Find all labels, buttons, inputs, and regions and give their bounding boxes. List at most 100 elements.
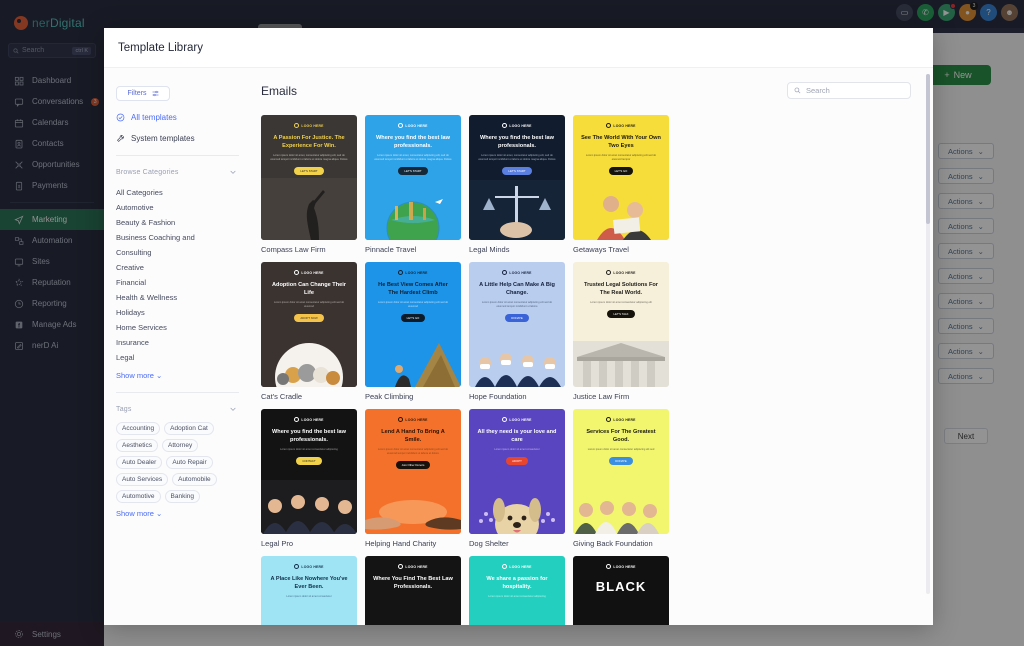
logo-placeholder: LOGO HERE <box>469 115 565 128</box>
template-name: Getaways Travel <box>573 245 629 254</box>
template-thumbnail[interactable]: LOGO HERE All they need is your love and … <box>469 409 565 534</box>
tag-chip[interactable]: Auto Repair <box>166 456 213 469</box>
scrollbar-thumb[interactable] <box>926 74 930 224</box>
logo-text: LOGO HERE <box>301 417 324 422</box>
template-card[interactable]: LOGO HERE Trusted Legal Solutions For The… <box>573 262 669 401</box>
filters-button[interactable]: Filters <box>116 86 170 101</box>
category-item[interactable]: Financial <box>116 275 204 290</box>
category-item[interactable]: All Categories <box>116 185 204 200</box>
category-item[interactable]: Home Services <box>116 320 204 335</box>
browse-categories-header[interactable]: Browse Categories <box>116 168 249 176</box>
template-search-input[interactable]: Search <box>787 82 911 99</box>
category-item[interactable]: Insurance <box>116 335 204 350</box>
template-thumbnail[interactable]: LOGO HERE A Passion For Justice. The Expe… <box>261 115 357 240</box>
template-card[interactable]: LOGO HERE See The World With Your Own Two… <box>573 115 669 254</box>
logo-placeholder: LOGO HERE <box>573 262 669 275</box>
template-thumbnail[interactable]: LOGO HERE BLACK <box>573 556 669 625</box>
template-card[interactable]: LOGO HERE BLACK <box>573 556 669 625</box>
tag-chip[interactable]: Auto Services <box>116 473 169 486</box>
template-cta-button: LET'S GO <box>400 314 426 322</box>
category-item[interactable]: Legal <box>116 350 204 365</box>
template-card[interactable]: LOGO HERE Where you find the best law pro… <box>261 409 357 548</box>
close-icon[interactable]: ✕ <box>818 25 835 42</box>
template-cta-button: LET'S GO <box>608 167 634 175</box>
template-thumbnail[interactable]: LOGO HERE Where you find the best law pro… <box>469 115 565 240</box>
template-headline: Services For The Greatest Good. <box>586 429 656 443</box>
tag-chip[interactable]: Accounting <box>116 422 161 435</box>
template-subtext: Lorem ipsum dolor sit amet consectetur a… <box>377 301 449 308</box>
template-thumbnail[interactable]: LOGO HERE We share a passion for hospital… <box>469 556 565 625</box>
template-cta-button: LET'S START <box>398 167 428 175</box>
template-thumbnail[interactable]: LOGO HERE He Best View Comes After The Ha… <box>365 262 461 387</box>
template-thumbnail[interactable]: LOGO HERE Where you find the best law pro… <box>365 115 461 240</box>
template-card[interactable]: LOGO HERE Adoption Can Change Their Life L… <box>261 262 357 401</box>
template-thumbnail[interactable]: LOGO HERE Where you find the best law pro… <box>261 409 357 534</box>
template-card[interactable]: LOGO HERE Where You Find The Best Law Pro… <box>365 556 461 625</box>
tag-chip[interactable]: Automobile <box>172 473 217 486</box>
template-card[interactable]: LOGO HERE He Best View Comes After The Ha… <box>365 262 461 401</box>
template-name: Cat's Cradle <box>261 392 303 401</box>
template-thumbnail[interactable]: LOGO HERE See The World With Your Own Two… <box>573 115 669 240</box>
template-headline: A Place Like Nowhere You've Ever Been. <box>270 576 348 590</box>
template-headline: See The World With Your Own Two Eyes <box>581 135 661 149</box>
tag-chip[interactable]: Auto Dealer <box>116 456 163 469</box>
category-item[interactable]: Creative <box>116 260 204 275</box>
category-item[interactable]: Automotive <box>116 200 204 215</box>
category-item[interactable]: Business Coaching and Consulting <box>116 230 204 260</box>
template-card[interactable]: LOGO HERE Where you find the best law pro… <box>365 115 461 254</box>
template-cta-button: CONTACT <box>296 457 322 465</box>
template-filter-sidebar: Filters All templates System templates B… <box>104 68 249 625</box>
template-card[interactable]: LOGO HERE A Place Like Nowhere You've Eve… <box>261 556 357 625</box>
template-thumbnail[interactable]: LOGO HERE A Little Help Can Make A Big Ch… <box>469 262 565 387</box>
sidebar-item-all-templates[interactable]: All templates <box>116 113 249 122</box>
template-headline: A Passion For Justice. The Experience Fo… <box>273 135 345 149</box>
sidebar-item-system-templates[interactable]: System templates <box>116 134 249 143</box>
tag-chip[interactable]: Automotive <box>116 490 161 503</box>
tag-chip[interactable]: Aesthetics <box>116 439 158 452</box>
template-name: Justice Law Firm <box>573 392 630 401</box>
logo-text: LOGO HERE <box>301 564 324 569</box>
template-thumbnail[interactable]: LOGO HERE A Place Like Nowhere You've Eve… <box>261 556 357 625</box>
logo-placeholder: LOGO HERE <box>261 115 357 128</box>
template-subtext: Lorem ipsum dolor sit amet consectetur a… <box>273 301 345 308</box>
all-templates-label: All templates <box>131 113 177 122</box>
template-card[interactable]: LOGO HERE All they need is your love and … <box>469 409 565 548</box>
template-thumbnail[interactable]: LOGO HERE Adoption Can Change Their Life L… <box>261 262 357 387</box>
tag-chip[interactable]: Adoption Cat <box>164 422 214 435</box>
template-card[interactable]: LOGO HERE A Little Help Can Make A Big Ch… <box>469 262 565 401</box>
tag-chip[interactable]: Attorney <box>162 439 199 452</box>
tags-header[interactable]: Tags <box>116 405 249 413</box>
template-subtext: Lorem ipsum dolor sit amet consectetur a… <box>377 448 449 455</box>
template-card[interactable]: LOGO HERE Where you find the best law pro… <box>469 115 565 254</box>
template-thumbnail[interactable]: LOGO HERE Trusted Legal Solutions For The… <box>573 262 669 387</box>
template-card[interactable]: LOGO HERE Services For The Greatest Good.… <box>573 409 669 548</box>
search-icon <box>794 87 801 94</box>
logo-text: LOGO HERE <box>509 270 532 275</box>
template-name: Compass Law Firm <box>261 245 326 254</box>
tags-show-more[interactable]: Show more ⌄ <box>116 509 249 518</box>
template-card[interactable]: LOGO HERE A Passion For Justice. The Expe… <box>261 115 357 254</box>
divider <box>116 155 239 156</box>
template-thumbnail[interactable]: LOGO HERE Where You Find The Best Law Pro… <box>365 556 461 625</box>
template-cta-button: LET'S TALK <box>607 310 635 318</box>
category-list: All Categories Automotive Beauty & Fashion… <box>116 185 249 365</box>
template-headline: Lend A Hand To Bring A Smile. <box>381 429 445 443</box>
categories-show-more[interactable]: Show more ⌄ <box>116 371 249 380</box>
template-subtext: Lorem ipsum dolor sit amet consectetur a… <box>585 154 657 161</box>
template-thumbnail[interactable]: LOGO HERE Lend A Hand To Bring A Smile. Lo… <box>365 409 461 534</box>
tag-list: Accounting Adoption Cat Aesthetics Attorney… <box>116 422 226 503</box>
template-card[interactable]: LOGO HERE Lend A Hand To Bring A Smile. Lo… <box>365 409 461 548</box>
tag-chip[interactable]: Banking <box>164 490 201 503</box>
logo-placeholder: LOGO HERE <box>573 115 669 128</box>
template-subtext: Lorem ipsum dolor sit amet consectetur a… <box>587 448 655 451</box>
category-item[interactable]: Holidays <box>116 305 204 320</box>
modal-header: Template Library <box>104 28 933 68</box>
category-item[interactable]: Beauty & Fashion <box>116 215 204 230</box>
category-item[interactable]: Health & Wellness <box>116 290 204 305</box>
modal-scrollbar[interactable] <box>926 74 930 594</box>
chevron-down-icon <box>230 407 236 411</box>
template-subtext: Lorem ipsum dolor sit amet consectetur a… <box>590 301 652 304</box>
template-card[interactable]: LOGO HERE We share a passion for hospital… <box>469 556 565 625</box>
template-name: Legal Minds <box>469 245 510 254</box>
template-thumbnail[interactable]: LOGO HERE Services For The Greatest Good.… <box>573 409 669 534</box>
